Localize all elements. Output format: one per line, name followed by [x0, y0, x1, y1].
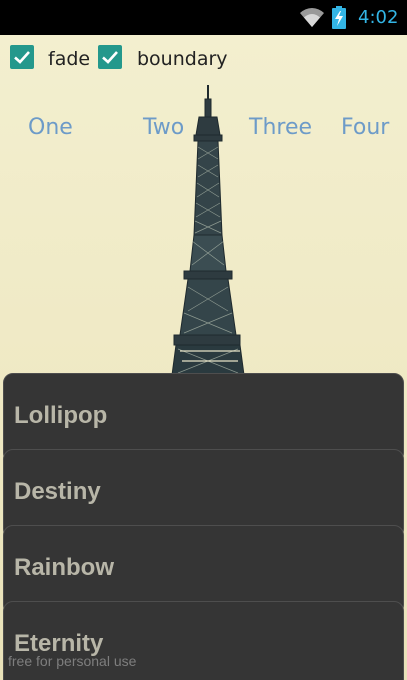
clock-time: 4:02 [358, 7, 399, 28]
watermark-text: free for personal use [8, 653, 137, 669]
list-item-label: Rainbow [14, 554, 114, 581]
boundary-checkbox[interactable] [98, 45, 122, 69]
tab-two[interactable]: Two [143, 115, 184, 140]
wifi-icon [300, 8, 324, 27]
list-item-label: Lollipop [14, 402, 108, 429]
app-content: fade boundary One Two Three Four Lollipo… [0, 35, 407, 680]
list-item-label: Destiny [14, 478, 101, 505]
tab-one[interactable]: One [28, 115, 73, 140]
tab-four[interactable]: Four [341, 115, 389, 140]
boundary-label[interactable]: boundary [137, 48, 228, 70]
eiffel-tower-image [171, 85, 245, 376]
fade-checkbox[interactable] [10, 45, 34, 69]
status-bar: 4:02 [0, 0, 407, 35]
fade-label[interactable]: fade [48, 48, 90, 70]
tab-three[interactable]: Three [249, 115, 312, 140]
options-row: fade boundary [0, 45, 407, 73]
battery-charging-icon [332, 6, 346, 29]
